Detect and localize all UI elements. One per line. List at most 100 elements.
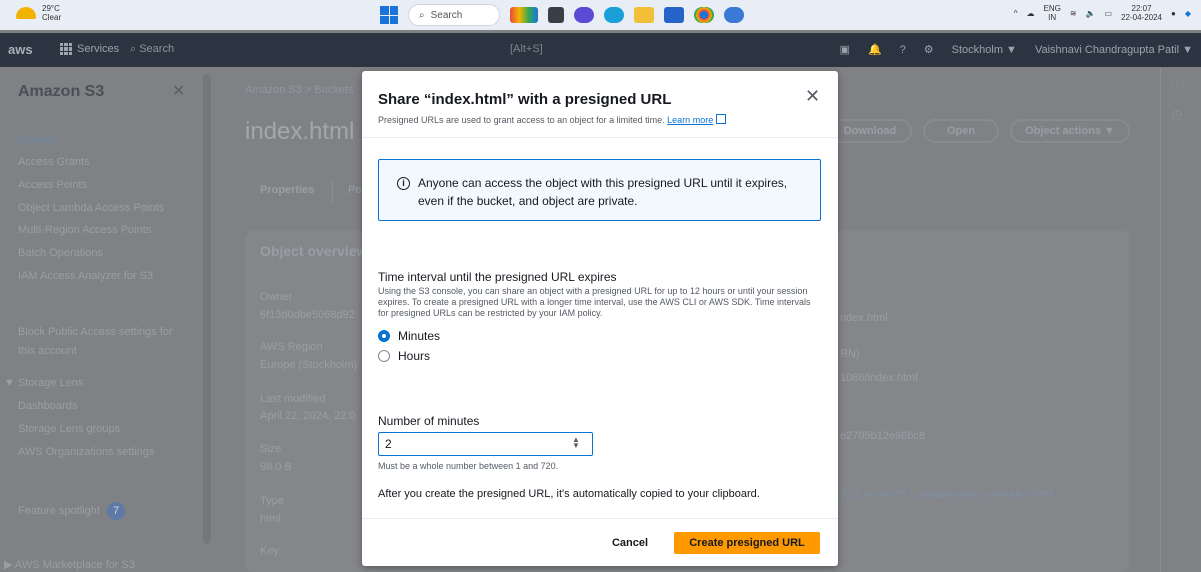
- clock[interactable]: 22:07 22-04-2024: [1121, 4, 1162, 22]
- sidebar-item-iam-analyzer[interactable]: IAM Access Analyzer for S3: [18, 270, 153, 282]
- battery-icon[interactable]: ▭: [1105, 9, 1113, 18]
- object-url-partial[interactable]: 6.s3.eu-north-1.amazonaws.com/index.html: [840, 488, 1053, 500]
- radio-checked-icon: [378, 330, 390, 342]
- store-app-icon[interactable]: [664, 7, 684, 23]
- chat-app-icon[interactable]: [574, 7, 594, 23]
- aws-logo[interactable]: aws: [8, 42, 33, 57]
- size-value: 98.0 B: [260, 461, 292, 473]
- aws-top-nav: aws Services ⌕ Search [Alt+S] ▣ 🔔 ? ⚙ St…: [0, 33, 1201, 67]
- windows-taskbar: 29°C Clear ⌕ Search ^ ☁ ENG IN ≋ 🔈 ▭ 22:…: [0, 0, 1201, 30]
- console-search[interactable]: ⌕ Search: [130, 43, 174, 56]
- sidebar-title: Amazon S3: [18, 83, 105, 100]
- cancel-button[interactable]: Cancel: [600, 532, 660, 554]
- sidebar-item-org-settings[interactable]: AWS Organizations settings: [18, 446, 155, 458]
- region-selector[interactable]: Stockholm ▼: [952, 44, 1017, 56]
- radio-minutes-label: Minutes: [398, 329, 441, 343]
- chrome-browser-icon[interactable]: [694, 7, 714, 23]
- arn-value-partial: 1086/index.html: [840, 372, 918, 384]
- sidebar-item-block-public-access[interactable]: Block Public Access settings for: [18, 326, 173, 338]
- copilot-icon[interactable]: ◆: [1185, 9, 1191, 18]
- modal-title: Share “index.html” with a presigned URL: [378, 91, 672, 108]
- widgets-app-icon[interactable]: [510, 7, 538, 23]
- grid-icon: [60, 43, 72, 55]
- services-menu[interactable]: Services: [60, 43, 119, 55]
- radio-unchecked-icon: [378, 350, 390, 362]
- radio-hours[interactable]: Hours: [378, 349, 430, 363]
- sidebar-item-feature-spotlight[interactable]: Feature spotlight 7: [18, 502, 125, 520]
- services-label: Services: [77, 43, 120, 55]
- s3-sidebar: Amazon S3 ✕ Buckets Access Grants Access…: [0, 67, 205, 572]
- sidebar-item-buckets[interactable]: Buckets: [18, 134, 57, 146]
- close-icon[interactable]: ✕: [805, 87, 820, 105]
- wifi-icon[interactable]: ≋: [1070, 9, 1077, 18]
- open-button[interactable]: Open: [923, 119, 999, 143]
- file-explorer-icon[interactable]: [634, 7, 654, 23]
- chevron-up-icon[interactable]: ^: [1014, 9, 1018, 18]
- windows-start-icon[interactable]: [380, 6, 398, 24]
- sidebar-item-multi-region[interactable]: Multi-Region Access Points: [18, 224, 151, 236]
- app-icon[interactable]: [724, 7, 744, 23]
- region-label: AWS Region: [260, 341, 323, 353]
- modal-subtitle: Presigned URLs are used to grant access …: [378, 114, 727, 125]
- download-button[interactable]: Download: [828, 119, 912, 143]
- footer-divider: [362, 518, 838, 519]
- cloudshell-icon[interactable]: ▣: [840, 43, 850, 56]
- taskbar-search[interactable]: ⌕ Search: [408, 4, 500, 26]
- weather-temp: 29°C: [42, 4, 60, 13]
- language-indicator[interactable]: ENG IN: [1044, 4, 1061, 22]
- learn-more-link[interactable]: Learn more: [667, 115, 713, 125]
- radio-minutes[interactable]: Minutes: [378, 329, 440, 343]
- page-title: index.html: [245, 118, 355, 145]
- sidebar-item-lens-groups[interactable]: Storage Lens groups: [18, 423, 120, 435]
- system-tray: ^ ☁ ENG IN ≋ 🔈 ▭ 22:07 22-04-2024 ● ◆: [1014, 4, 1191, 22]
- weather-widget[interactable]: 29°C Clear: [16, 4, 61, 22]
- etag-value-partial: e2705b12e96bc8: [840, 430, 926, 442]
- spotlight-badge: 7: [107, 502, 125, 520]
- sidebar-item-batch-operations[interactable]: Batch Operations: [18, 247, 103, 259]
- minutes-input[interactable]: [378, 432, 593, 456]
- sidebar-item-block-public-access-2[interactable]: this account: [18, 345, 77, 357]
- minutes-field-hint: Must be a whole number between 1 and 720…: [378, 461, 559, 471]
- sidebar-item-access-points[interactable]: Access Points: [18, 179, 87, 191]
- account-menu[interactable]: Vaishnavi Chandragupta Patil ▼: [1035, 44, 1193, 56]
- tab-divider: [332, 180, 333, 204]
- info-icon: i: [397, 177, 410, 190]
- presigned-url-modal: Share “index.html” with a presigned URL …: [362, 71, 838, 566]
- create-presigned-url-button[interactable]: Create presigned URL: [674, 532, 820, 554]
- clock-icon[interactable]: ◷: [1171, 107, 1182, 123]
- bell-icon[interactable]: 🔔: [868, 43, 882, 56]
- sidebar-section-storage-lens[interactable]: ▼ Storage Lens: [4, 377, 83, 389]
- volume-icon[interactable]: 🔈: [1086, 9, 1096, 18]
- sidebar-item-marketplace[interactable]: ▶ AWS Marketplace for S3: [4, 558, 135, 571]
- close-icon[interactable]: ✕: [172, 81, 185, 101]
- cloud-icon[interactable]: ☁: [1027, 9, 1035, 18]
- task-view-icon[interactable]: [548, 7, 564, 23]
- type-label: Type: [260, 495, 284, 507]
- help-icon[interactable]: ?: [900, 44, 906, 56]
- bell-icon[interactable]: ●: [1171, 9, 1176, 18]
- tab-permissions[interactable]: Pe: [348, 184, 361, 196]
- object-actions-button[interactable]: Object actions ▼: [1010, 119, 1130, 143]
- sidebar-item-object-lambda[interactable]: Object Lambda Access Points: [18, 202, 164, 214]
- stepper-icon[interactable]: ▲ ▼: [572, 436, 580, 450]
- tab-properties[interactable]: Properties: [260, 184, 314, 196]
- right-tools-rail: ⓘ ◷: [1160, 67, 1201, 572]
- interval-title: Time interval until the presigned URL ex…: [378, 270, 617, 284]
- region-value: Europe (Stockholm): [260, 359, 358, 371]
- radio-hours-label: Hours: [398, 349, 431, 363]
- modified-label: Last modified: [260, 393, 326, 405]
- taskbar-apps: ⌕ Search: [380, 4, 744, 26]
- sidebar-item-dashboards[interactable]: Dashboards: [18, 400, 77, 412]
- info-icon[interactable]: ⓘ: [1171, 75, 1184, 94]
- key-label: Key: [260, 545, 279, 557]
- search-shortcut-hint: [Alt+S]: [510, 43, 543, 55]
- overview-title: Object overview: [260, 243, 368, 259]
- gear-icon[interactable]: ⚙: [924, 43, 934, 56]
- sidebar-item-access-grants[interactable]: Access Grants: [18, 156, 90, 168]
- type-value: html: [260, 513, 281, 525]
- breadcrumb[interactable]: Amazon S3 > Buckets: [245, 84, 354, 96]
- modified-value: April 22, 2024, 22:0: [260, 410, 356, 422]
- sidebar-scrollbar[interactable]: [203, 74, 211, 544]
- edge-browser-icon[interactable]: [604, 7, 624, 23]
- weather-condition: Clear: [42, 13, 62, 22]
